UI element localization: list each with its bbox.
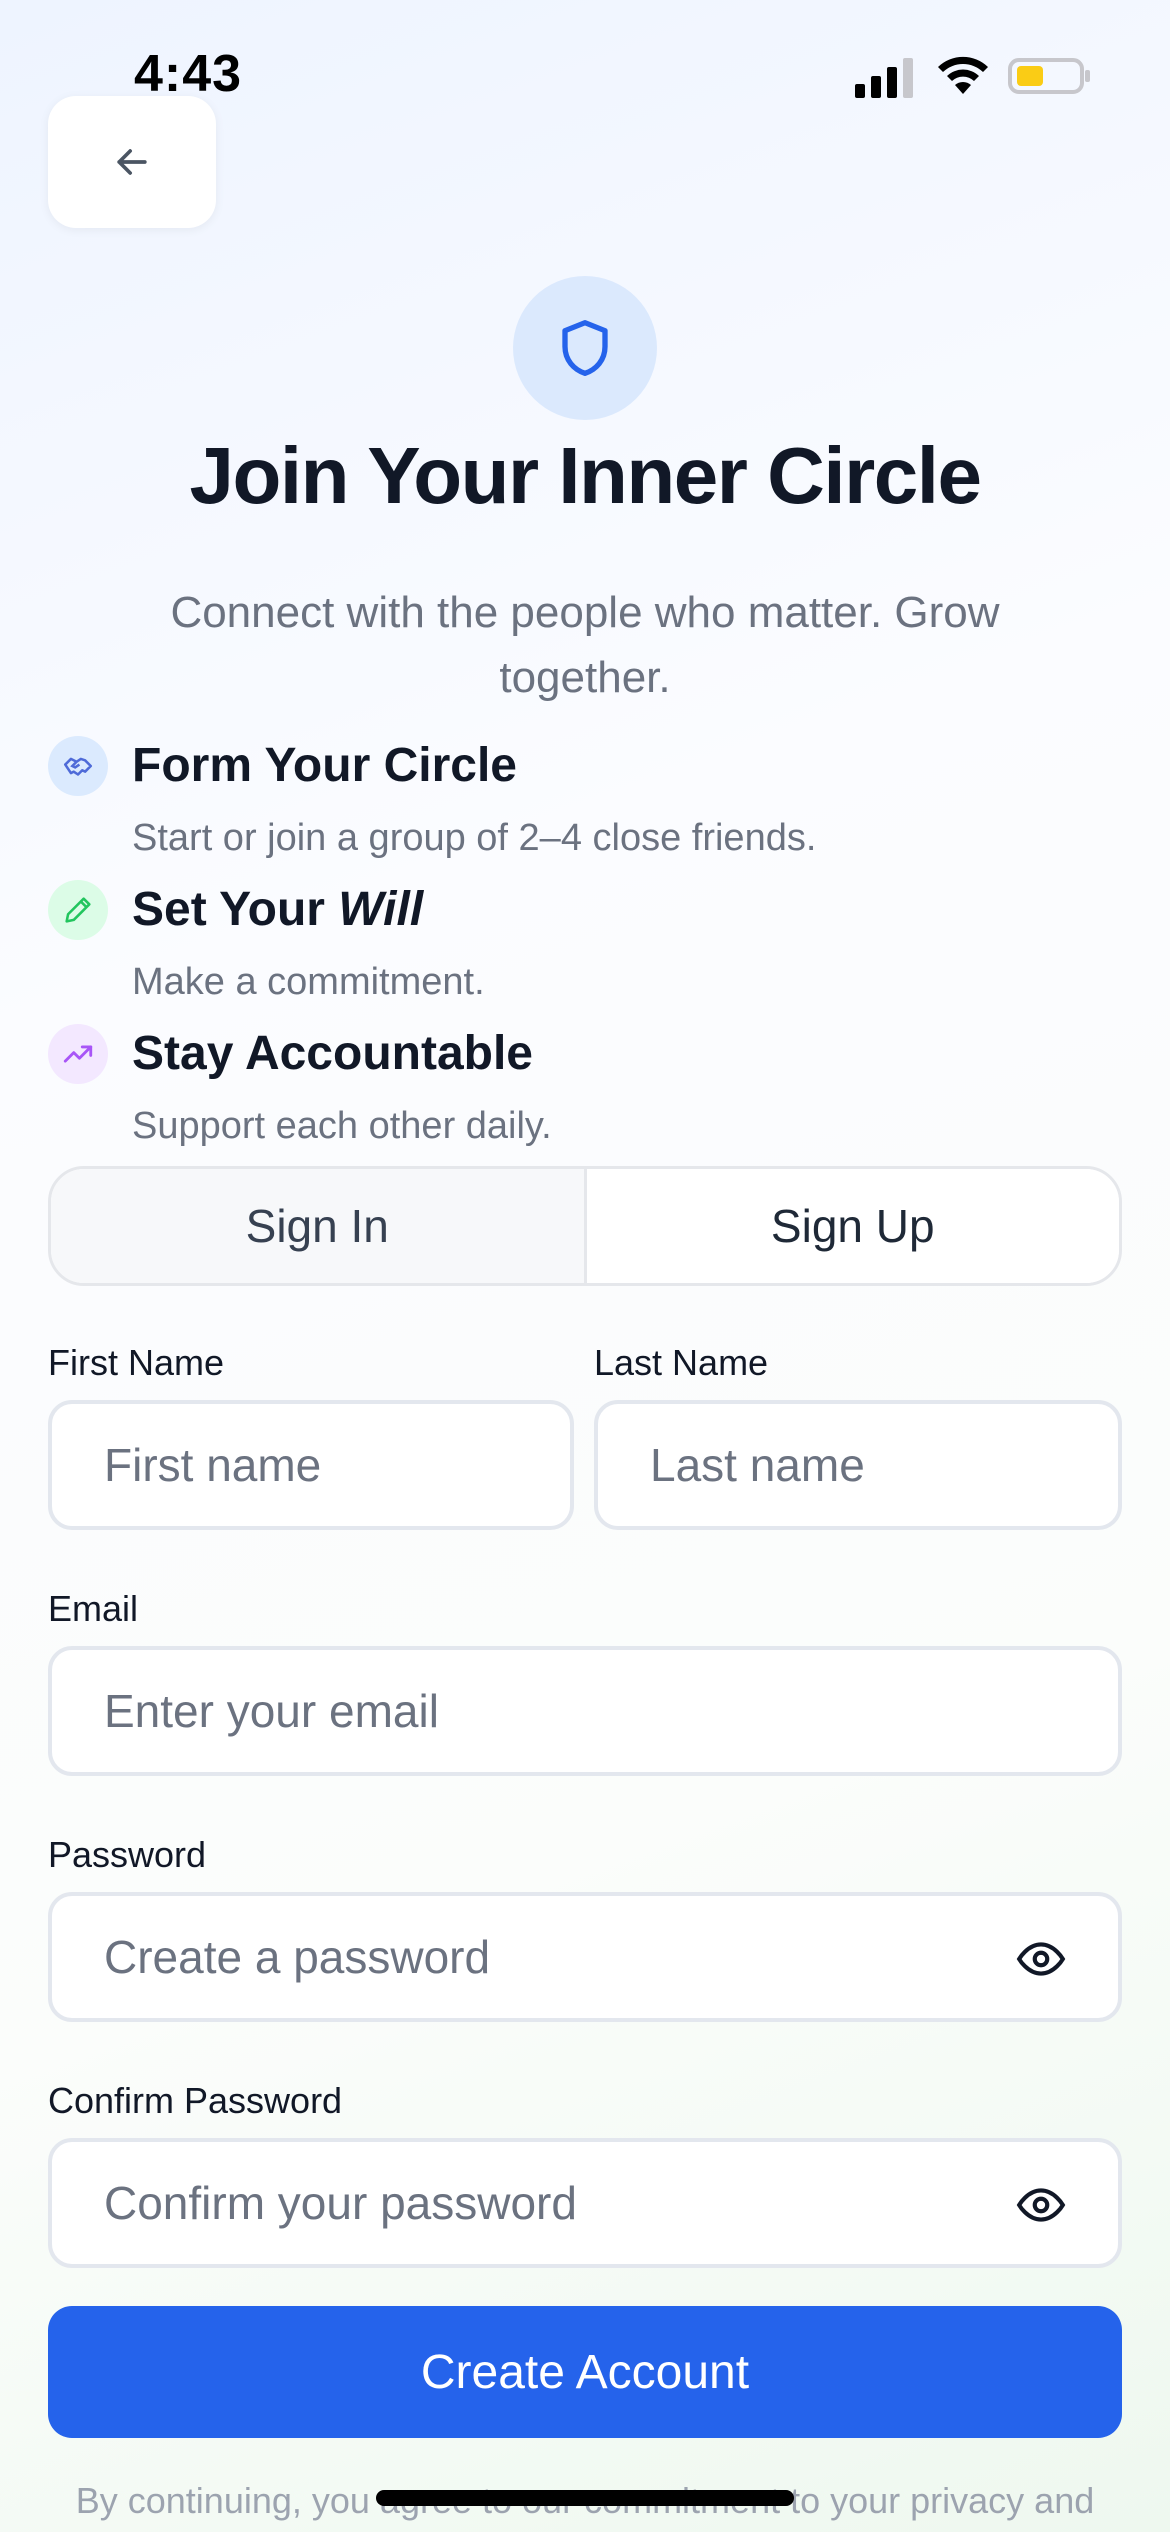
back-button[interactable] — [48, 96, 216, 228]
confirm-password-placeholder: Confirm your password — [104, 2177, 577, 2229]
shield-badge — [513, 276, 657, 420]
password-placeholder: Create a password — [104, 1931, 491, 1983]
confirm-password-field[interactable]: Confirm your password — [48, 2138, 1122, 2268]
home-indicator — [376, 2490, 794, 2506]
feature-title: Stay Accountable — [132, 1027, 533, 1080]
first-name-input[interactable]: First name — [48, 1400, 574, 1530]
arrow-left-icon — [117, 149, 147, 175]
tab-sign-in[interactable]: Sign In — [51, 1169, 587, 1283]
tab-sign-up[interactable]: Sign Up — [586, 1169, 1119, 1283]
feature-description: Support each other daily. — [132, 1105, 552, 1147]
wifi-icon — [938, 56, 988, 94]
password-label: Password — [48, 1834, 207, 1875]
email-input[interactable]: Enter your email — [48, 1646, 1122, 1776]
handshake-icon — [48, 736, 108, 796]
eye-icon[interactable] — [1016, 1934, 1066, 1984]
feature-set-will: Set Your Will Make a commitment. — [48, 880, 1128, 1010]
auth-tabs: Sign In Sign Up — [48, 1166, 1122, 1286]
status-time: 4:43 — [134, 45, 243, 103]
feature-title: Form Your Circle — [132, 739, 517, 792]
signal-icon — [855, 58, 913, 98]
feature-description: Start or join a group of 2–4 close frien… — [132, 817, 817, 859]
feature-title: Set Your Will — [132, 883, 424, 936]
eye-icon[interactable] — [1016, 2180, 1066, 2230]
password-field[interactable]: Create a password — [48, 1892, 1122, 2022]
page-subtitle: Connect with the people who matter. Grow… — [170, 588, 1000, 702]
battery-icon — [1008, 58, 1090, 94]
pencil-icon — [48, 880, 108, 940]
feature-stay-accountable: Stay Accountable Support each other dail… — [48, 1024, 1128, 1154]
last-name-input[interactable]: Last name — [594, 1400, 1122, 1530]
shield-icon — [562, 320, 608, 376]
last-name-label: Last Name — [594, 1342, 769, 1383]
first-name-label: First Name — [48, 1342, 225, 1383]
feature-description: Make a commitment. — [132, 961, 485, 1003]
email-label: Email — [48, 1588, 139, 1629]
feature-form-circle: Form Your Circle Start or join a group o… — [48, 736, 1128, 866]
trending-up-icon — [48, 1024, 108, 1084]
page-title: Join Your Inner Circle — [189, 431, 982, 520]
confirm-password-label: Confirm Password — [48, 2080, 343, 2121]
create-account-button[interactable]: Create Account — [48, 2306, 1122, 2438]
